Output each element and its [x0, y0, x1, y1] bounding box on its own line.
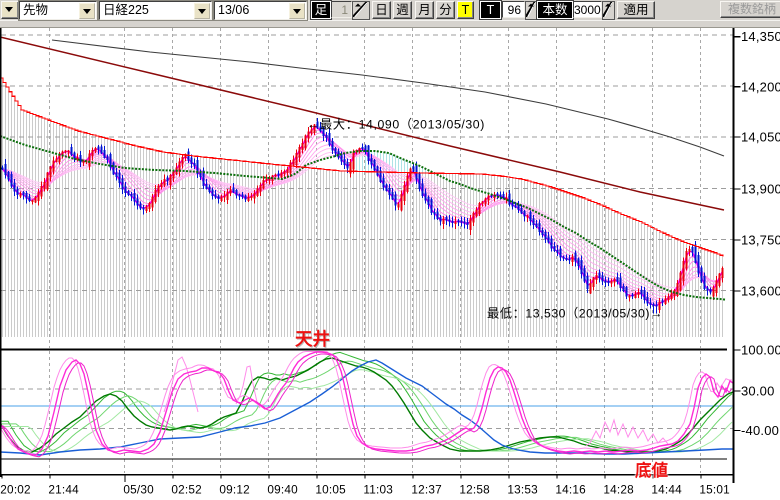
svg-text:12:58: 12:58	[459, 483, 490, 497]
svg-text:11:03: 11:03	[363, 483, 393, 497]
svg-text:底値: 底値	[635, 460, 669, 480]
svg-text:14:16: 14:16	[555, 483, 586, 497]
svg-text:←最大：14,090（2013/05/30): ←最大：14,090（2013/05/30)	[307, 118, 485, 132]
svg-text:13:53: 13:53	[507, 483, 538, 497]
svg-text:05/30: 05/30	[123, 483, 154, 497]
svg-text:13,600: 13,600	[741, 284, 780, 299]
svg-text:13,900: 13,900	[741, 182, 780, 197]
svg-text:12:37: 12:37	[411, 483, 442, 497]
svg-text:-40.00: -40.00	[741, 423, 779, 438]
svg-text:21:44: 21:44	[48, 483, 79, 497]
svg-text:14:28: 14:28	[603, 483, 634, 497]
svg-text:13,750: 13,750	[741, 233, 780, 248]
svg-text:14,350: 14,350	[741, 29, 780, 44]
svg-text:14,200: 14,200	[741, 79, 780, 94]
svg-text:09:40: 09:40	[267, 483, 298, 497]
svg-text:天井: 天井	[295, 329, 330, 349]
svg-text:100.00: 100.00	[741, 343, 780, 358]
svg-text:09:12: 09:12	[219, 483, 250, 497]
svg-text:15:01: 15:01	[699, 483, 730, 497]
svg-text:14,050: 14,050	[741, 130, 780, 145]
svg-text:10:05: 10:05	[315, 483, 346, 497]
svg-text:最低：13,530（2013/05/30)→: 最低：13,530（2013/05/30)→	[487, 307, 663, 321]
svg-text:30.00: 30.00	[741, 384, 775, 399]
svg-text:02:52: 02:52	[171, 483, 202, 497]
svg-text:14:44: 14:44	[651, 483, 682, 497]
svg-text:20:02: 20:02	[0, 483, 31, 497]
